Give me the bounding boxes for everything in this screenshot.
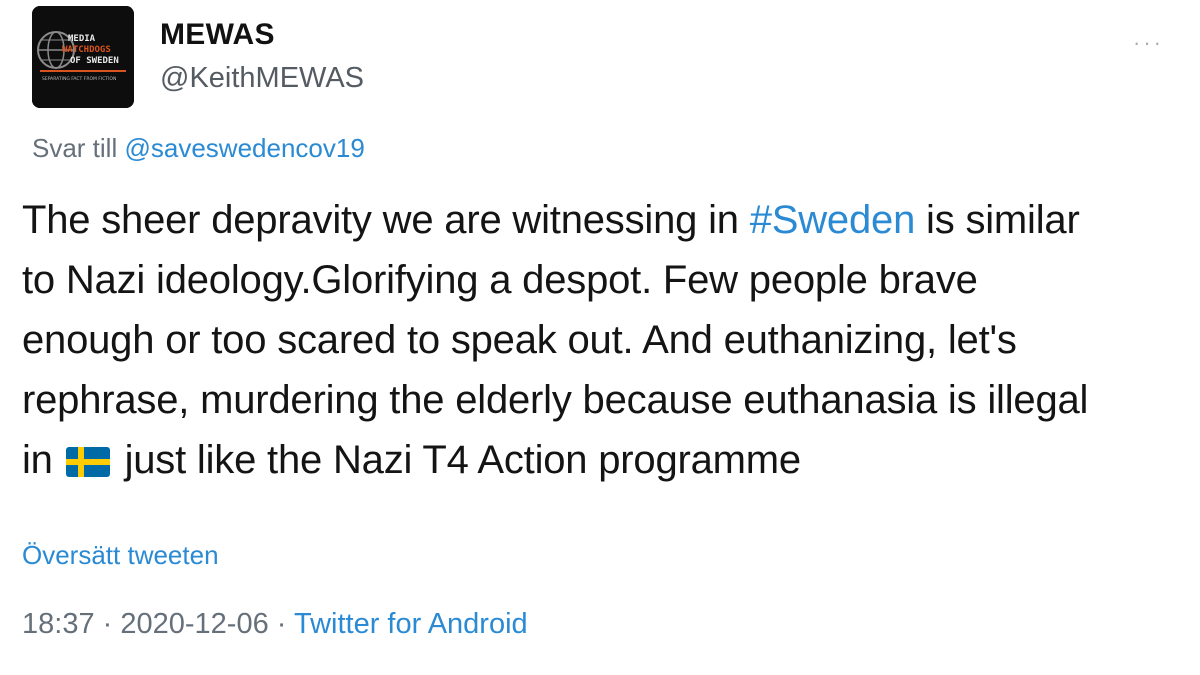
tweet-text-segment: is similar xyxy=(915,198,1080,242)
hashtag-link[interactable]: #Sweden xyxy=(750,198,916,242)
svg-text:SEPARATING FACT FROM FICTION: SEPARATING FACT FROM FICTION xyxy=(42,76,116,82)
tweet-meta: 18:37 · 2020-12-06 · Twitter for Android xyxy=(22,608,528,641)
meta-separator: · xyxy=(268,608,294,640)
more-options-button[interactable]: ··· xyxy=(1133,30,1164,56)
tweet-text: The sheer depravity we are witnessing in… xyxy=(22,190,1182,490)
tweet-line-1: The sheer depravity we are witnessing in… xyxy=(22,190,1182,250)
tweet-date[interactable]: 2020-12-06 xyxy=(120,608,268,640)
author-display-name[interactable]: MEWAS xyxy=(160,18,275,52)
reply-mention-link[interactable]: @saveswedencov19 xyxy=(124,133,364,163)
tweet-card: MEDIA WATCHDOGS OF SWEDEN SEPARATING FAC… xyxy=(0,0,1200,675)
tweet-time[interactable]: 18:37 xyxy=(22,608,95,640)
reply-context: Svar till @saveswedencov19 xyxy=(32,133,365,164)
reply-prefix: Svar till xyxy=(32,133,118,163)
tweet-line-4: rephrase, murdering the elderly because … xyxy=(22,378,1089,422)
tweet-line-5: in just like the Nazi T4 Action programm… xyxy=(22,430,1182,490)
svg-text:WATCHDOGS: WATCHDOGS xyxy=(62,45,111,55)
tweet-source-link[interactable]: Twitter for Android xyxy=(294,608,528,640)
svg-text:MEDIA: MEDIA xyxy=(68,34,96,44)
tweet-text-segment: just like the Nazi T4 Action programme xyxy=(113,438,802,482)
meta-separator: · xyxy=(94,608,121,640)
flag-sweden-icon xyxy=(65,447,110,477)
author-handle[interactable]: @KeithMEWAS xyxy=(160,62,364,95)
translate-tweet-link[interactable]: Översätt tweeten xyxy=(22,540,219,571)
tweet-text-segment: The sheer depravity we are witnessing in xyxy=(22,198,750,242)
tweet-text-segment: in xyxy=(22,438,53,482)
tweet-line-3: enough or too scared to speak out. And e… xyxy=(22,318,1017,362)
media-watchdogs-logo: MEDIA WATCHDOGS OF SWEDEN SEPARATING FAC… xyxy=(32,6,134,108)
tweet-line-2: to Nazi ideology.Glorifying a despot. Fe… xyxy=(22,258,978,302)
avatar[interactable]: MEDIA WATCHDOGS OF SWEDEN SEPARATING FAC… xyxy=(32,6,134,108)
svg-text:OF SWEDEN: OF SWEDEN xyxy=(70,56,119,66)
more-dots-icon: ··· xyxy=(1133,30,1164,55)
